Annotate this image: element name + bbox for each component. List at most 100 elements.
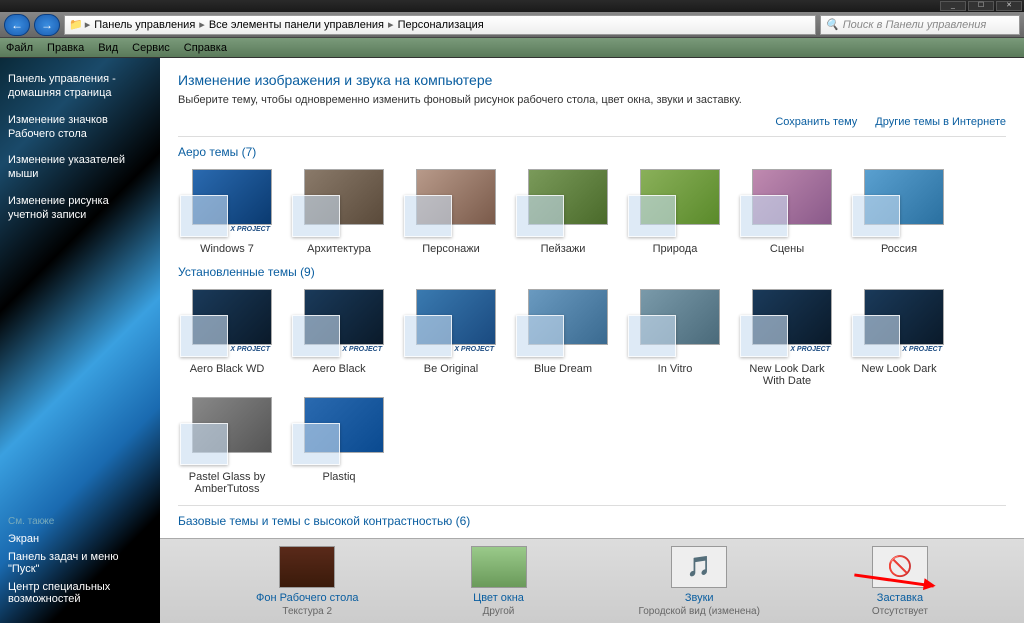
theme-label: Plastiq <box>290 471 388 483</box>
theme-item[interactable]: Blue Dream <box>514 287 612 387</box>
footer-color[interactable]: Цвет окна Другой <box>471 546 527 617</box>
theme-thumb <box>178 395 274 467</box>
sidebar-link-home[interactable]: Панель управления - домашняя страница <box>8 72 152 101</box>
theme-item[interactable]: X PROJECTAero Black WD <box>178 287 276 387</box>
theme-item[interactable]: X PROJECT Be Original <box>402 287 500 387</box>
theme-thumb: X PROJECT <box>178 287 274 359</box>
theme-thumb <box>402 167 498 239</box>
theme-glass <box>180 423 228 465</box>
footer-sound[interactable]: 🎵 Звуки Городской вид (изменена) <box>639 546 760 617</box>
close-button[interactable]: ✕ <box>996 1 1022 11</box>
page-title: Изменение изображения и звука на компьют… <box>178 72 1006 88</box>
menu-service[interactable]: Сервис <box>132 42 170 54</box>
theme-thumb <box>514 287 610 359</box>
menu-file[interactable]: Файл <box>6 42 33 54</box>
theme-item[interactable]: Пейзажи <box>514 167 612 255</box>
xproject-tag: X PROJECT <box>342 346 382 353</box>
theme-thumb <box>850 167 946 239</box>
sidebar: Панель управления - домашняя страница Из… <box>0 58 160 623</box>
minimize-button[interactable]: _ <box>940 1 966 11</box>
maximize-button[interactable]: ☐ <box>968 1 994 11</box>
breadcrumb-seg[interactable]: Персонализация <box>396 19 486 31</box>
nav-bar: ← → 📁 ▸ Панель управления ▸ Все элементы… <box>0 12 1024 38</box>
theme-thumb <box>514 167 610 239</box>
footer-background[interactable]: Фон Рабочего стола Текстура 2 <box>256 546 359 617</box>
sidebar-link-screen[interactable]: Экран <box>8 533 152 545</box>
theme-item[interactable]: Сцены <box>738 167 836 255</box>
theme-item[interactable]: Pastel Glass by AmberTutoss <box>178 395 276 495</box>
breadcrumb[interactable]: 📁 ▸ Панель управления ▸ Все элементы пан… <box>64 15 816 35</box>
search-input[interactable]: 🔍 Поиск в Панели управления <box>820 15 1020 35</box>
breadcrumb-seg[interactable]: Все элементы панели управления <box>207 19 386 31</box>
theme-glass <box>180 195 228 237</box>
theme-item[interactable]: X PROJECTNew Look Dark With Date <box>738 287 836 387</box>
theme-glass <box>852 315 900 357</box>
theme-item[interactable]: Природа <box>626 167 724 255</box>
forward-button[interactable]: → <box>34 14 60 36</box>
section-basic[interactable]: Базовые темы и темы с высокой контрастно… <box>178 514 1006 528</box>
content: Изменение изображения и звука на компьют… <box>160 58 1024 538</box>
sidebar-bottom: См. также Экран Панель задач и меню "Пус… <box>8 516 152 611</box>
theme-label: Сцены <box>738 243 836 255</box>
theme-item[interactable]: X PROJECTNew Look Dark <box>850 287 948 387</box>
theme-glass <box>292 423 340 465</box>
theme-label: In Vitro <box>626 363 724 375</box>
theme-item[interactable]: X PROJECT Aero Black <box>290 287 388 387</box>
theme-glass <box>404 195 452 237</box>
theme-item[interactable]: Plastiq <box>290 395 388 495</box>
sidebar-link-account[interactable]: Изменение рисунка учетной записи <box>8 194 152 223</box>
installed-themes: X PROJECTAero Black WDX PROJECTAero Blac… <box>178 287 1006 495</box>
theme-glass <box>516 195 564 237</box>
theme-glass <box>404 315 452 357</box>
footer-color-sub: Другой <box>471 606 527 617</box>
breadcrumb-seg[interactable]: Панель управления <box>92 19 197 31</box>
body: Панель управления - домашняя страница Из… <box>0 58 1024 623</box>
theme-item[interactable]: Архитектура <box>290 167 388 255</box>
footer-color-label: Цвет окна <box>471 592 527 604</box>
sidebar-link-icons[interactable]: Изменение значков Рабочего стола <box>8 113 152 142</box>
theme-glass <box>628 315 676 357</box>
theme-actions: Сохранить тему Другие темы в Интернете <box>178 116 1006 128</box>
titlebar: _ ☐ ✕ <box>0 0 1024 12</box>
theme-item[interactable]: Россия <box>850 167 948 255</box>
menu-bar: Файл Правка Вид Сервис Справка <box>0 38 1024 58</box>
sidebar-link-taskbar[interactable]: Панель задач и меню "Пуск" <box>8 551 152 575</box>
theme-thumb: X PROJECT <box>178 167 274 239</box>
sidebar-link-ease[interactable]: Центр специальных возможностей <box>8 581 152 605</box>
menu-help[interactable]: Справка <box>184 42 227 54</box>
theme-glass <box>292 195 340 237</box>
footer-sound-sub: Городской вид (изменена) <box>639 606 760 617</box>
xproject-tag: X PROJECT <box>902 346 942 353</box>
color-icon <box>471 546 527 588</box>
online-themes-link[interactable]: Другие темы в Интернете <box>875 116 1006 128</box>
theme-label: Be Original <box>402 363 500 375</box>
back-button[interactable]: ← <box>4 14 30 36</box>
save-theme-link[interactable]: Сохранить тему <box>775 116 857 128</box>
chevron-right-icon: ▸ <box>85 18 91 31</box>
theme-thumb: X PROJECT <box>290 287 386 359</box>
menu-view[interactable]: Вид <box>98 42 118 54</box>
theme-thumb: X PROJECT <box>402 287 498 359</box>
theme-item[interactable]: X PROJECTWindows 7 <box>178 167 276 255</box>
page-subtitle: Выберите тему, чтобы одновременно измени… <box>178 94 1006 106</box>
theme-label: Персонажи <box>402 243 500 255</box>
theme-thumb: X PROJECT <box>850 287 946 359</box>
section-aero: Аеро темы (7) <box>178 145 1006 159</box>
footer-bg-label: Фон Рабочего стола <box>256 592 359 604</box>
theme-item[interactable]: Персонажи <box>402 167 500 255</box>
theme-glass <box>180 315 228 357</box>
theme-thumb <box>290 395 386 467</box>
theme-item[interactable]: In Vitro <box>626 287 724 387</box>
footer-saver-sub: Отсутствует <box>872 606 928 617</box>
theme-thumb <box>738 167 834 239</box>
theme-label: Aero Black <box>290 363 388 375</box>
footer-saver-label: Заставка <box>872 592 928 604</box>
aero-themes: X PROJECTWindows 7Архитектура Персонажи Пе… <box>178 167 1006 255</box>
theme-glass <box>740 315 788 357</box>
menu-edit[interactable]: Правка <box>47 42 84 54</box>
xproject-tag: X PROJECT <box>454 346 494 353</box>
theme-label: Пейзажи <box>514 243 612 255</box>
sidebar-link-pointers[interactable]: Изменение указателей мыши <box>8 153 152 182</box>
theme-thumb <box>290 167 386 239</box>
theme-label: New Look Dark With Date <box>738 363 836 387</box>
